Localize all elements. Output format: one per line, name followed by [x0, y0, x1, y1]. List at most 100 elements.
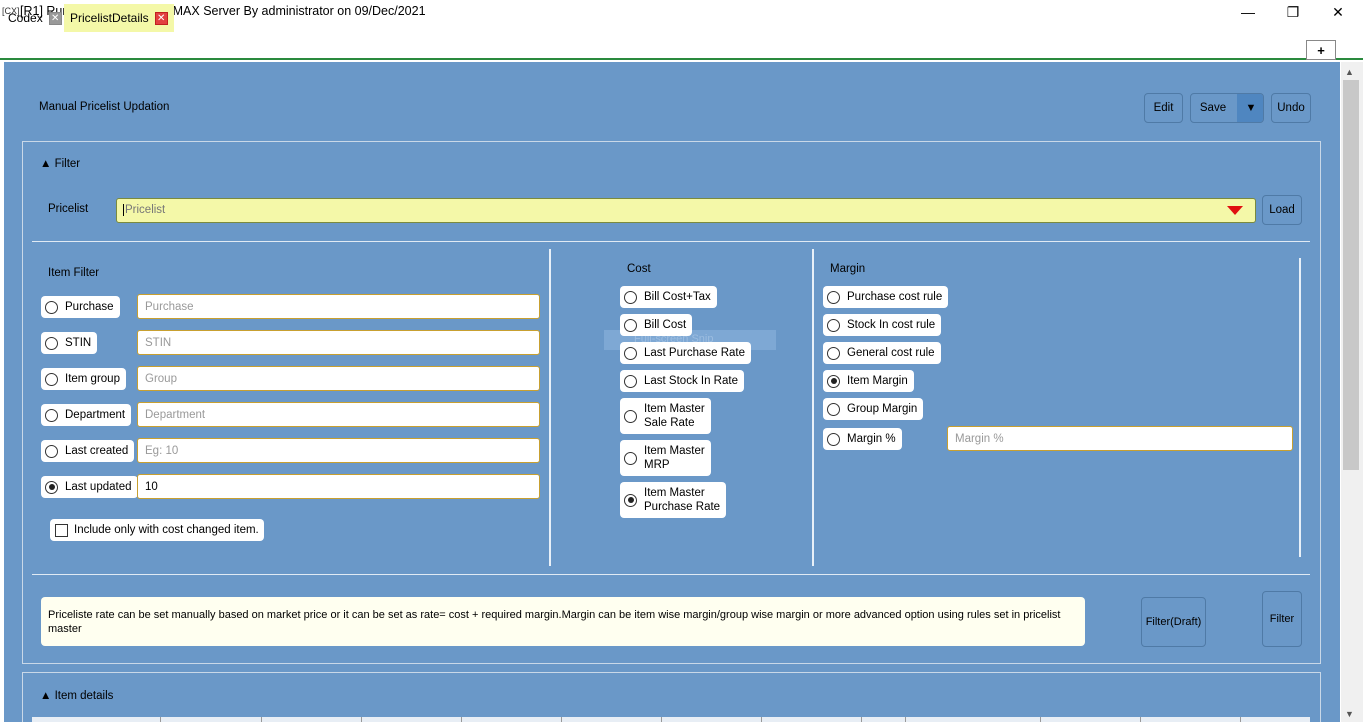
- grid-column-separator: [261, 717, 262, 722]
- radio-icon: [45, 444, 58, 458]
- margin-percent-radio[interactable]: Margin %: [823, 428, 902, 450]
- last-created-input[interactable]: Eg: 10: [137, 438, 540, 463]
- radio-icon: [624, 451, 637, 465]
- department-radio[interactable]: Department: [41, 404, 132, 426]
- radio-icon: [45, 336, 58, 350]
- tab-strip: [0, 24, 1363, 60]
- stin-input[interactable]: STIN: [137, 330, 540, 355]
- pricelist-combobox[interactable]: Pricelist: [116, 198, 1256, 223]
- edit-button[interactable]: Edit: [1144, 93, 1183, 123]
- filter-button[interactable]: Filter: [1262, 591, 1302, 647]
- save-button[interactable]: Save: [1191, 94, 1235, 122]
- item-details-collapse-toggle[interactable]: ▲ Item details: [40, 690, 113, 702]
- grid-column-separator: [561, 717, 562, 722]
- grid-column-separator: [1240, 717, 1241, 722]
- item-master-mrp-line2: MRP: [644, 459, 670, 471]
- close-tab-codex-icon[interactable]: ✕: [48, 11, 62, 25]
- department-input[interactable]: Department: [137, 402, 540, 427]
- dropdown-arrow-icon[interactable]: [1227, 206, 1243, 215]
- grid-column-separator: [761, 717, 762, 722]
- scroll-down-icon[interactable]: ▼: [1345, 709, 1354, 719]
- grid-column-separator: [861, 717, 862, 722]
- add-tab-button[interactable]: +: [1306, 40, 1336, 60]
- item-filter-title: Item Filter: [48, 267, 100, 279]
- bill-cost-tax-label: Bill Cost+Tax: [644, 291, 711, 303]
- last-updated-radio-label: Last updated: [65, 481, 132, 493]
- grid-column-separator: [661, 717, 662, 722]
- margin-percent-input[interactable]: Margin %: [947, 426, 1293, 451]
- tab-pricelist-details-label: PricelistDetails: [70, 11, 149, 25]
- last-purchase-rate-radio[interactable]: Last Purchase Rate: [620, 342, 752, 364]
- item-margin-label: Item Margin: [847, 375, 908, 387]
- close-tab-pricelist-icon[interactable]: ✕: [154, 11, 168, 25]
- item-group-radio[interactable]: Item group: [41, 368, 126, 390]
- save-dropdown-icon[interactable]: ▼: [1237, 94, 1263, 122]
- radio-icon: [624, 346, 637, 360]
- cost-changed-checkbox[interactable]: Include only with cost changed item.: [50, 519, 264, 541]
- filter-collapse-toggle[interactable]: ▲ Filter: [40, 158, 80, 170]
- grid-column-separator: [160, 717, 161, 722]
- item-master-sale-rate-line1: Item Master: [644, 403, 705, 415]
- stock-in-cost-rule-label: Stock In cost rule: [847, 319, 936, 331]
- minimize-icon[interactable]: —: [1225, 0, 1271, 24]
- radio-icon: [827, 402, 840, 416]
- radio-icon: [624, 409, 637, 423]
- save-split-button: Save ▼: [1190, 93, 1264, 123]
- divider: [32, 574, 1310, 575]
- column-divider: [1299, 258, 1301, 557]
- purchase-radio[interactable]: Purchase: [41, 296, 120, 318]
- divider: [32, 241, 1310, 242]
- last-created-radio[interactable]: Last created: [41, 440, 135, 462]
- radio-selected-icon: [827, 374, 840, 388]
- tab-codex[interactable]: Codex ✕: [2, 4, 68, 32]
- load-button[interactable]: Load: [1262, 195, 1302, 225]
- bill-cost-label: Bill Cost: [644, 319, 687, 331]
- group-margin-radio[interactable]: Group Margin: [823, 398, 924, 420]
- radio-selected-icon: [624, 493, 637, 507]
- column-divider: [812, 249, 814, 566]
- radio-icon: [827, 346, 840, 360]
- stock-in-cost-rule-radio[interactable]: Stock In cost rule: [823, 314, 942, 336]
- last-updated-input[interactable]: 10: [137, 474, 540, 499]
- stin-radio[interactable]: STIN: [41, 332, 98, 354]
- close-window-icon[interactable]: ✕: [1315, 0, 1361, 24]
- group-input[interactable]: Group: [137, 366, 540, 391]
- radio-selected-icon: [45, 480, 58, 494]
- stin-radio-label: STIN: [65, 337, 92, 349]
- radio-icon: [827, 318, 840, 332]
- grid-column-separator: [461, 717, 462, 722]
- grid-column-separator: [1140, 717, 1141, 722]
- purchase-input[interactable]: Purchase: [137, 294, 540, 319]
- radio-icon: [624, 318, 637, 332]
- tab-pricelist-details[interactable]: PricelistDetails ✕: [64, 4, 174, 32]
- purchase-cost-rule-radio[interactable]: Purchase cost rule: [823, 286, 949, 308]
- radio-icon: [624, 374, 637, 388]
- last-updated-radio[interactable]: Last updated: [41, 476, 138, 498]
- grid-column-separator: [361, 717, 362, 722]
- radio-icon: [45, 372, 58, 386]
- general-cost-rule-label: General cost rule: [847, 347, 935, 359]
- item-grid-header: [32, 717, 1310, 722]
- bill-cost-radio[interactable]: Bill Cost: [620, 314, 693, 336]
- radio-icon: [45, 408, 58, 422]
- column-divider: [549, 249, 551, 566]
- scrollbar-thumb[interactable]: [1343, 80, 1359, 470]
- item-master-mrp-radio[interactable]: Item Master MRP: [620, 440, 711, 476]
- last-stock-in-rate-radio[interactable]: Last Stock In Rate: [620, 370, 744, 392]
- general-cost-rule-radio[interactable]: General cost rule: [823, 342, 941, 364]
- checkbox-icon: [55, 523, 68, 537]
- info-note: Priceliste rate can be set manually base…: [41, 597, 1085, 646]
- filter-draft-button[interactable]: Filter(Draft): [1141, 597, 1206, 647]
- grid-column-separator: [1040, 717, 1041, 722]
- item-master-sale-rate-line2: Sale Rate: [644, 417, 695, 429]
- item-master-sale-rate-radio[interactable]: Item Master Sale Rate: [620, 398, 711, 434]
- item-margin-radio[interactable]: Item Margin: [823, 370, 914, 392]
- restore-icon[interactable]: ❐: [1270, 0, 1316, 24]
- bill-cost-tax-radio[interactable]: Bill Cost+Tax: [620, 286, 717, 308]
- tab-codex-label: Codex: [8, 11, 43, 25]
- scroll-up-icon[interactable]: ▲: [1345, 67, 1354, 77]
- pricelist-placeholder: Pricelist: [123, 204, 166, 216]
- undo-button[interactable]: Undo: [1271, 93, 1311, 123]
- item-master-purchase-rate-radio[interactable]: Item Master Purchase Rate: [620, 482, 727, 518]
- margin-percent-label: Margin %: [847, 433, 896, 445]
